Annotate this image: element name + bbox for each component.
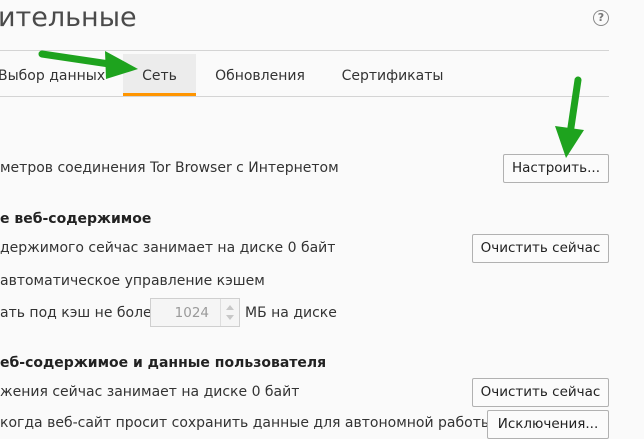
arrow-to-network-tab-icon — [38, 50, 138, 79]
arrow-to-configure-button-icon — [555, 76, 584, 158]
annotation-arrows — [38, 50, 584, 158]
